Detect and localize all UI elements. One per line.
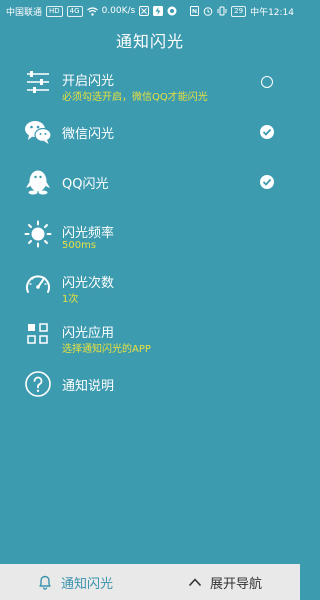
- flash-icon: [153, 6, 164, 16]
- network-badge: 4G: [66, 5, 83, 17]
- vibrate-icon: [217, 6, 227, 16]
- bell-icon: [37, 574, 53, 590]
- app-icon: [167, 6, 177, 16]
- flash-count-value: 1次: [62, 294, 79, 305]
- enable-flash-radio[interactable]: [260, 75, 274, 89]
- status-right: 29 中午12:14: [190, 5, 294, 18]
- help-circle-icon: [22, 368, 54, 400]
- wechat-icon: [22, 116, 54, 148]
- battery-indicator: 29: [231, 5, 247, 17]
- wechat-flash-check[interactable]: [260, 125, 274, 139]
- page-title: 通知闪光: [115, 32, 184, 51]
- flash-frequency-value: 500ms: [62, 240, 97, 251]
- tab-expand-nav-label: 展开导航: [209, 576, 262, 592]
- hd-badge: HD: [46, 5, 63, 17]
- speedometer-icon: [22, 268, 54, 300]
- wifi-icon: [86, 6, 98, 16]
- enable-flash-row[interactable]: 开启闪光 必须勾选开启，微信QQ才能闪光: [0, 62, 300, 103]
- enable-flash-hint: 必须勾选开启，微信QQ才能闪光: [62, 92, 208, 103]
- notification-icon: [139, 6, 150, 16]
- network-speed: 0.00K/s: [101, 6, 136, 16]
- bottom-nav: 通知闪光 展开导航: [0, 564, 300, 600]
- alarm-icon: [203, 6, 213, 16]
- flash-apps-row[interactable]: 闪光应用 选择通知闪光的APP: [0, 314, 300, 355]
- qq-penguin-icon: [22, 166, 54, 198]
- enable-flash-label: 开启闪光: [62, 74, 115, 89]
- sliders-icon: [22, 66, 54, 98]
- status-left: 中国联通 HD 4G 0.00K/s: [6, 5, 177, 18]
- chevron-up-icon: [188, 577, 202, 587]
- flash-apps-label: 闪光应用: [62, 326, 115, 341]
- status-bar: 中国联通 HD 4G 0.00K/s 29 中午12:14: [0, 0, 300, 22]
- apps-grid-icon: [22, 318, 54, 350]
- notice-info-row[interactable]: 通知说明: [0, 364, 300, 404]
- notice-info-label: 通知说明: [62, 379, 115, 394]
- flash-count-label: 闪光次数: [62, 276, 115, 291]
- tab-notify-flash-label: 通知闪光: [60, 576, 113, 592]
- sun-icon: [22, 218, 54, 250]
- tab-expand-nav[interactable]: 展开导航: [150, 564, 300, 600]
- flash-frequency-label: 闪光频率: [62, 226, 115, 241]
- wechat-flash-label: 微信闪光: [62, 127, 115, 142]
- qq-flash-label: QQ闪光: [62, 177, 109, 192]
- flash-frequency-row[interactable]: 闪光频率 500ms: [0, 214, 300, 254]
- wechat-flash-row[interactable]: 微信闪光: [0, 112, 300, 152]
- carrier-label: 中国联通: [6, 7, 43, 18]
- tab-notify-flash[interactable]: 通知闪光: [0, 564, 150, 600]
- flash-count-row[interactable]: 闪光次数 1次: [0, 264, 300, 305]
- qq-flash-row[interactable]: QQ闪光: [0, 162, 300, 202]
- flash-apps-hint: 选择通知闪光的APP: [62, 344, 151, 355]
- clock: 中午12:14: [250, 7, 294, 18]
- qq-flash-check[interactable]: [260, 175, 274, 189]
- nfc-icon: [190, 6, 200, 16]
